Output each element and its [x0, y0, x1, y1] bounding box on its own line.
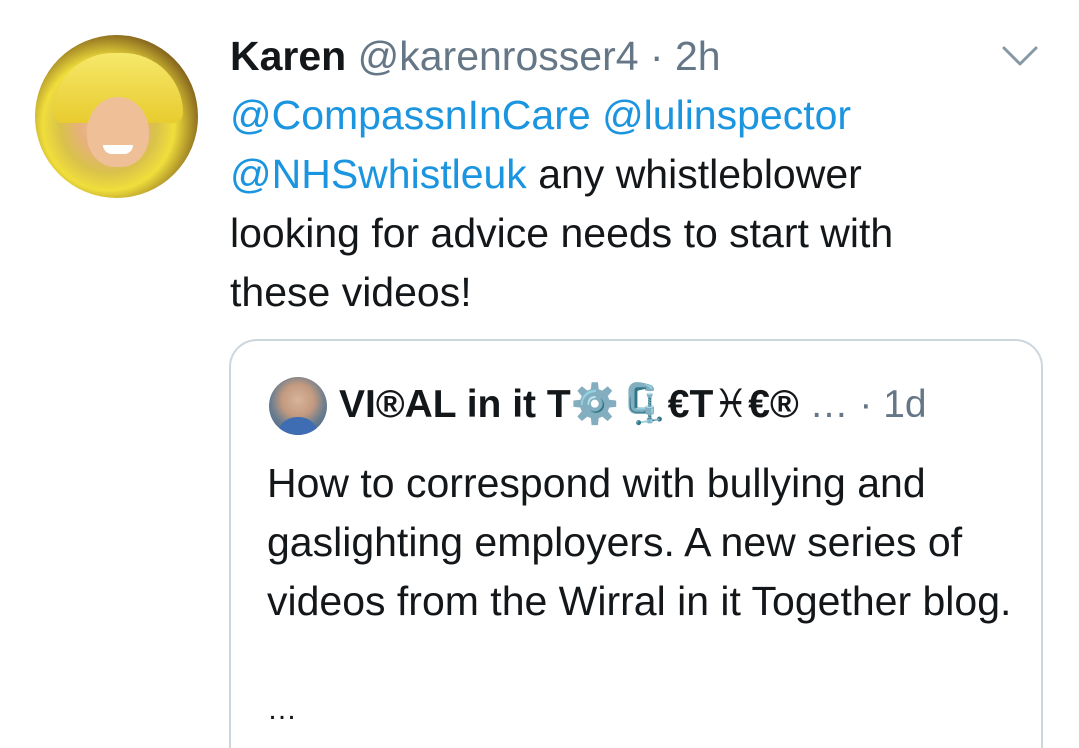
- quoted-tweet-text: How to correspond with bullying and gasl…: [267, 460, 1012, 624]
- avatar-smile: [103, 145, 133, 154]
- author-name[interactable]: Karen: [230, 33, 346, 79]
- quoted-author-name: VI®AL in it T⚙️🗜️€T♓€®: [339, 383, 799, 426]
- tweet[interactable]: Karen @karenrosser4 · 2h @CompassnInCare…: [0, 0, 1079, 748]
- mention-link[interactable]: @CompassnInCare: [230, 92, 591, 138]
- author-handle[interactable]: @karenrosser4: [358, 33, 639, 79]
- quoted-tweet-header: VI®AL in it T⚙️🗜️€T♓€® … · 1d: [339, 379, 927, 431]
- chevron-down-icon[interactable]: [1000, 42, 1040, 72]
- mention-link[interactable]: @NHSwhistleuk: [230, 151, 527, 197]
- tweet-text-line-2: looking for advice needs to start with: [230, 210, 894, 256]
- quoted-tweet-ellipsis: …: [267, 693, 297, 726]
- quoted-tweet-timestamp: 1d: [883, 383, 927, 426]
- quoted-name-truncation: …: [798, 383, 849, 426]
- tweet-text-line-1: any whistleblower: [526, 151, 862, 197]
- author-avatar[interactable]: [35, 35, 198, 198]
- mention-link[interactable]: @lulinspector: [602, 92, 851, 138]
- tweet-text-line-3: these videos!: [230, 269, 472, 315]
- tweet-timestamp[interactable]: 2h: [675, 33, 721, 79]
- header-separator: ·: [638, 33, 675, 79]
- tweet-header: Karen @karenrosser4 · 2h: [230, 30, 721, 82]
- quoted-tweet-card[interactable]: VI®AL in it T⚙️🗜️€T♓€® … · 1d How to cor…: [229, 339, 1043, 748]
- avatar-shirt: [277, 417, 319, 435]
- avatar-face: [87, 97, 149, 167]
- quoted-author-avatar: [269, 377, 327, 435]
- quoted-header-separator: ·: [848, 383, 884, 426]
- tweet-text: @CompassnInCare @lulinspector @NHSwhistl…: [230, 86, 1030, 322]
